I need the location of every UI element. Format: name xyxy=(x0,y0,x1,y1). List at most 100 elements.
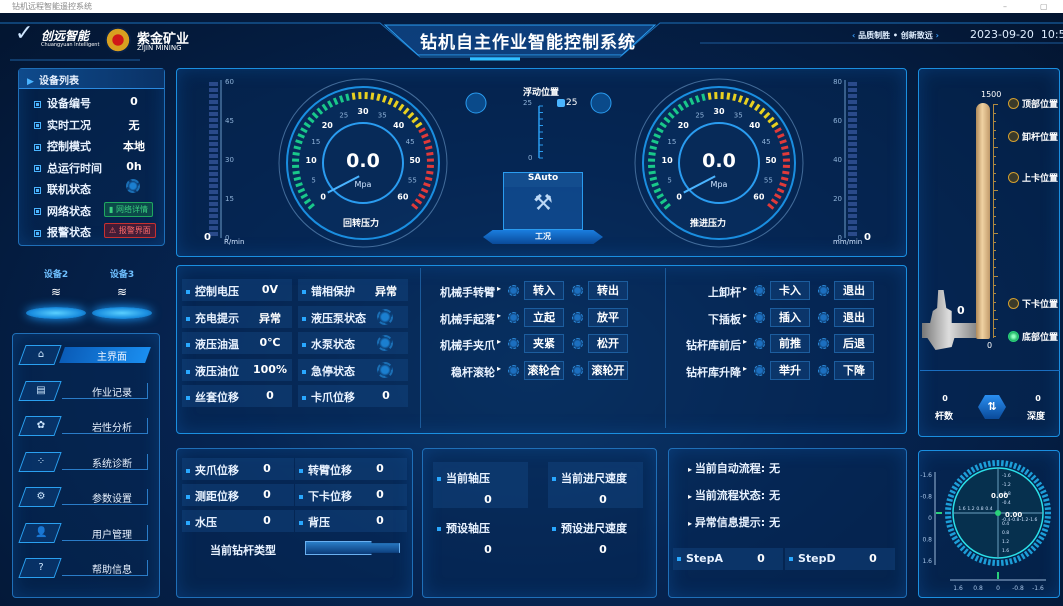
rod-scale-tick xyxy=(993,258,996,260)
control-indicator xyxy=(818,311,829,323)
metric-label: 预设轴压 xyxy=(437,520,490,536)
device-item-label-text: 总运行时间 xyxy=(47,161,102,175)
minimize-button[interactable]: – xyxy=(1003,0,1007,13)
bullet-icon xyxy=(552,477,556,481)
rod-scale-tick xyxy=(993,190,998,191)
speed-tick-label: 45 xyxy=(225,117,234,125)
nav-item-document[interactable]: ▤ 作业记录 xyxy=(18,380,150,401)
speed-bar-segment xyxy=(209,100,218,104)
nav-item-rock[interactable]: ✿ 岩性分析 xyxy=(18,416,150,436)
control-button-滚轮合[interactable]: 滚轮合 xyxy=(524,360,564,380)
control-button-转出[interactable]: 转出 xyxy=(588,281,628,300)
work-mode-button[interactable]: 工况 xyxy=(483,230,603,244)
maximize-button[interactable]: ▢ xyxy=(1040,0,1048,13)
rod-scale-tick xyxy=(993,233,998,234)
arrow-right-icon: ▸ xyxy=(688,492,695,501)
control-button-插入[interactable]: 插入 xyxy=(770,307,810,327)
status-indicator xyxy=(377,335,393,351)
process-value: 无 xyxy=(769,516,781,529)
bullet-icon xyxy=(186,290,190,294)
control-button-卡入[interactable]: 卡入 xyxy=(770,281,810,300)
speed-bar-segment xyxy=(848,172,857,176)
dial-h-label: 1.6 xyxy=(958,506,965,512)
drill-rod xyxy=(976,103,990,339)
dial-tick xyxy=(983,461,988,468)
gauge-led-segment xyxy=(737,95,744,103)
control-label: 钻杆库升降 xyxy=(686,365,741,379)
bullet-icon xyxy=(552,527,556,531)
control-indicator xyxy=(754,364,765,376)
control-button-后退[interactable]: 后退 xyxy=(834,334,874,353)
position-label: 卸杆位置 xyxy=(1022,133,1059,143)
status-value: 0℃ xyxy=(259,336,281,349)
rod-scale-tick xyxy=(993,198,996,200)
device-item-label-text: 报警状态 xyxy=(47,226,91,239)
speed-bar-segment xyxy=(848,184,857,188)
gauge-led-segment xyxy=(651,139,659,145)
control-button-转入[interactable]: 转入 xyxy=(524,281,564,300)
status-label: 急停状态 xyxy=(302,363,355,379)
network-detail-button[interactable]: ▮ 网络详情 xyxy=(104,201,153,217)
bullet-icon xyxy=(302,396,306,400)
step-cell: StepD 0 xyxy=(785,548,895,570)
device-item-value: 0 xyxy=(130,95,138,108)
feed-speed-unit: mm/min xyxy=(833,238,863,246)
control-button-退出[interactable]: 退出 xyxy=(834,281,874,300)
control-button-放平[interactable]: 放平 xyxy=(588,307,628,327)
work-mode-value: SAuto xyxy=(504,173,582,187)
control-button-松开[interactable]: 松开 xyxy=(588,334,628,353)
nav-item-diagnosis[interactable]: ⁘ 系统诊断 xyxy=(18,451,150,472)
h-tick-label: 0 xyxy=(996,585,1000,592)
thrust-pressure-value: 0.0 xyxy=(702,150,736,172)
gauge-led-segment xyxy=(782,170,790,175)
control-button-退出[interactable]: 退出 xyxy=(834,307,874,327)
rotation-pressure-value: 0.0 xyxy=(346,150,380,172)
button-label: 网络详情 xyxy=(115,204,148,214)
speed-tick-label: 20 xyxy=(833,195,842,203)
gauge-tick-label: 60 xyxy=(397,192,409,201)
gauge-led-segment xyxy=(649,176,658,181)
displacement-label-text: 下卡位移 xyxy=(308,490,352,503)
speed-bar-segment xyxy=(848,112,857,116)
rod-count-value: 0 xyxy=(942,394,948,403)
dial-v-label: -1.2 xyxy=(1002,482,1011,488)
device-platform xyxy=(26,307,86,319)
control-button-举升[interactable]: 举升 xyxy=(770,360,810,380)
control-indicator xyxy=(754,285,765,296)
dial-tick xyxy=(1030,474,1037,481)
status-label-text: 液压油位 xyxy=(195,364,239,378)
control-button-滚轮开[interactable]: 滚轮开 xyxy=(588,360,628,380)
displacement-cell: 测距位移 0 xyxy=(182,484,294,506)
nav-item-users[interactable]: 👤 用户管理 xyxy=(18,522,150,543)
speed-bar-segment xyxy=(848,142,857,146)
float-position-title: 浮动位置 xyxy=(523,88,560,98)
thrust-pressure-title: 推进压力 xyxy=(690,219,727,229)
bullet-icon xyxy=(186,369,190,374)
control-indicator xyxy=(818,364,829,376)
nav-item-help[interactable]: ? 帮助信息 xyxy=(18,558,150,578)
nav-item-gear[interactable]: ⚙ 参数设置 xyxy=(18,487,150,507)
speed-bar-segment xyxy=(848,208,857,212)
depth-value: 0 xyxy=(1035,394,1041,403)
control-indicator xyxy=(754,311,765,323)
control-button-下降[interactable]: 下降 xyxy=(834,360,874,380)
device-3-button[interactable]: 设备3 ≋ xyxy=(92,267,152,327)
gauge-tick-label: 25 xyxy=(339,112,348,120)
arrow-right-icon: ▸ xyxy=(497,363,502,373)
nav-item-home[interactable]: ⌂ 主界面 xyxy=(18,345,151,365)
axial-metric: 预设轴压 0 xyxy=(433,512,528,558)
depth-label: 深度 xyxy=(1027,412,1046,422)
device-2-button[interactable]: 设备2 ≋ xyxy=(26,267,86,327)
alarm-view-button[interactable]: ⚠ 报警界面 xyxy=(104,223,156,238)
rod-type-label: 当前钻杆类型 xyxy=(210,544,276,557)
bullet-icon xyxy=(299,495,303,499)
control-button-立起[interactable]: 立起 xyxy=(524,307,564,327)
gauge-led-segment xyxy=(707,92,712,100)
status-value: 0 xyxy=(382,389,390,402)
control-indicator xyxy=(572,338,583,349)
device-list-item: 设备编号 0 xyxy=(34,93,159,111)
control-button-夹紧[interactable]: 夹紧 xyxy=(524,334,564,353)
device-item-label: 设备编号 xyxy=(34,95,91,111)
bullet-icon xyxy=(186,343,190,347)
control-button-前推[interactable]: 前推 xyxy=(770,334,810,353)
